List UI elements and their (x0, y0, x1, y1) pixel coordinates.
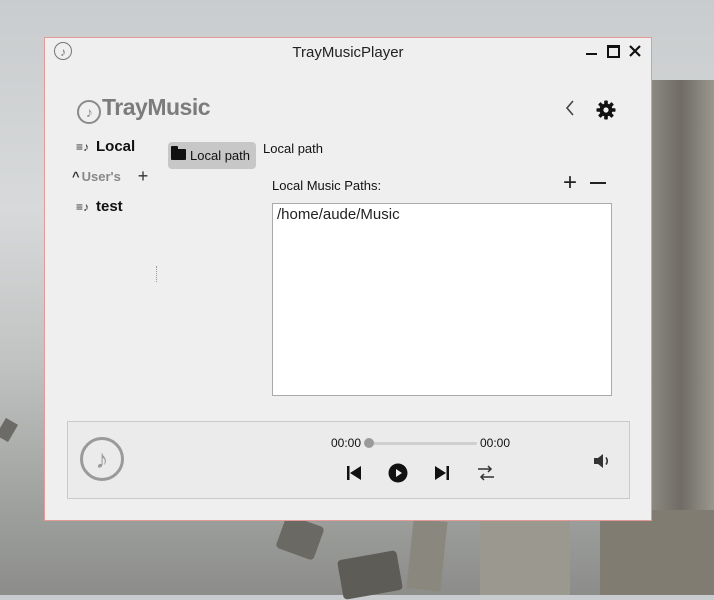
app-window: ♪ TrayMusicPlayer ♪ TrayMusic ≡♪ Local ^… (44, 37, 652, 521)
back-button[interactable] (560, 98, 580, 122)
chevron-left-icon (565, 100, 574, 116)
sidebar-item-test[interactable]: ≡♪ test (76, 198, 123, 215)
close-icon (629, 45, 641, 57)
player-bar: ♪ 00:00 00:00 (67, 421, 630, 499)
skip-next-icon (435, 466, 449, 480)
title-bar[interactable]: ♪ TrayMusicPlayer (45, 38, 651, 66)
sidebar-item-label: Local (96, 138, 136, 155)
users-section-toggle[interactable]: ^ User's (72, 169, 121, 184)
desktop-wallpaper-rock (0, 417, 19, 443)
brand-logo: ♪ TrayMusic (77, 94, 211, 124)
page-title: Local path (263, 141, 323, 156)
paths-list[interactable]: /home/aude/Music (272, 203, 612, 396)
plus-icon: + (137, 166, 149, 186)
volume-icon (594, 454, 609, 468)
total-time: 00:00 (480, 436, 511, 450)
users-section-label: User's (81, 169, 121, 184)
sidebar-item-local[interactable]: ≡♪ Local (76, 138, 135, 155)
plus-icon: + (562, 169, 577, 196)
skip-previous-icon (347, 466, 361, 480)
play-icon (388, 463, 408, 483)
add-path-button[interactable]: + (560, 169, 580, 196)
current-time: 00:00 (331, 436, 362, 450)
local-music-paths-label: Local Music Paths: (272, 178, 382, 193)
next-track-button[interactable] (432, 463, 452, 483)
minimize-icon (585, 53, 597, 55)
music-note-icon: ♪ (95, 444, 109, 474)
progress-slider[interactable] (367, 442, 477, 445)
album-cover-placeholder: ♪ (80, 437, 124, 481)
desktop-wallpaper-rock (336, 550, 404, 600)
folder-icon (171, 146, 186, 160)
remove-path-button[interactable] (588, 172, 608, 194)
progress-slider-handle[interactable] (364, 438, 374, 448)
tab-label: Local path (190, 148, 250, 163)
minus-icon (590, 182, 606, 184)
minimize-button[interactable] (582, 42, 600, 60)
add-playlist-button[interactable]: + (135, 166, 151, 187)
desktop-wallpaper-rock (406, 518, 448, 592)
window-title: TrayMusicPlayer (292, 44, 404, 61)
settings-button[interactable] (594, 98, 618, 122)
desktop-wallpaper-rock (275, 514, 325, 561)
sidebar-item-label: test (96, 198, 123, 215)
desktop-wallpaper-rock (600, 510, 714, 595)
playlist-icon: ≡♪ (76, 200, 90, 214)
playlist-icon: ≡♪ (76, 140, 90, 154)
tab-local-path[interactable]: Local path (168, 142, 256, 169)
sidebar-resize-handle[interactable] (156, 266, 158, 282)
volume-button[interactable] (592, 451, 614, 471)
maximize-button[interactable] (604, 42, 622, 60)
music-note-icon: ♪ (77, 100, 101, 124)
repeat-icon (478, 465, 494, 481)
gear-icon (596, 100, 616, 120)
play-button[interactable] (388, 463, 408, 483)
maximize-icon (606, 45, 620, 58)
previous-track-button[interactable] (344, 463, 364, 483)
brand-name: TrayMusic (102, 94, 211, 120)
desktop-wallpaper-rock (480, 520, 570, 595)
list-item[interactable]: /home/aude/Music (277, 206, 607, 224)
close-button[interactable] (626, 42, 644, 60)
chevron-up-icon: ^ (72, 169, 80, 184)
play-mode-button[interactable] (476, 463, 496, 483)
